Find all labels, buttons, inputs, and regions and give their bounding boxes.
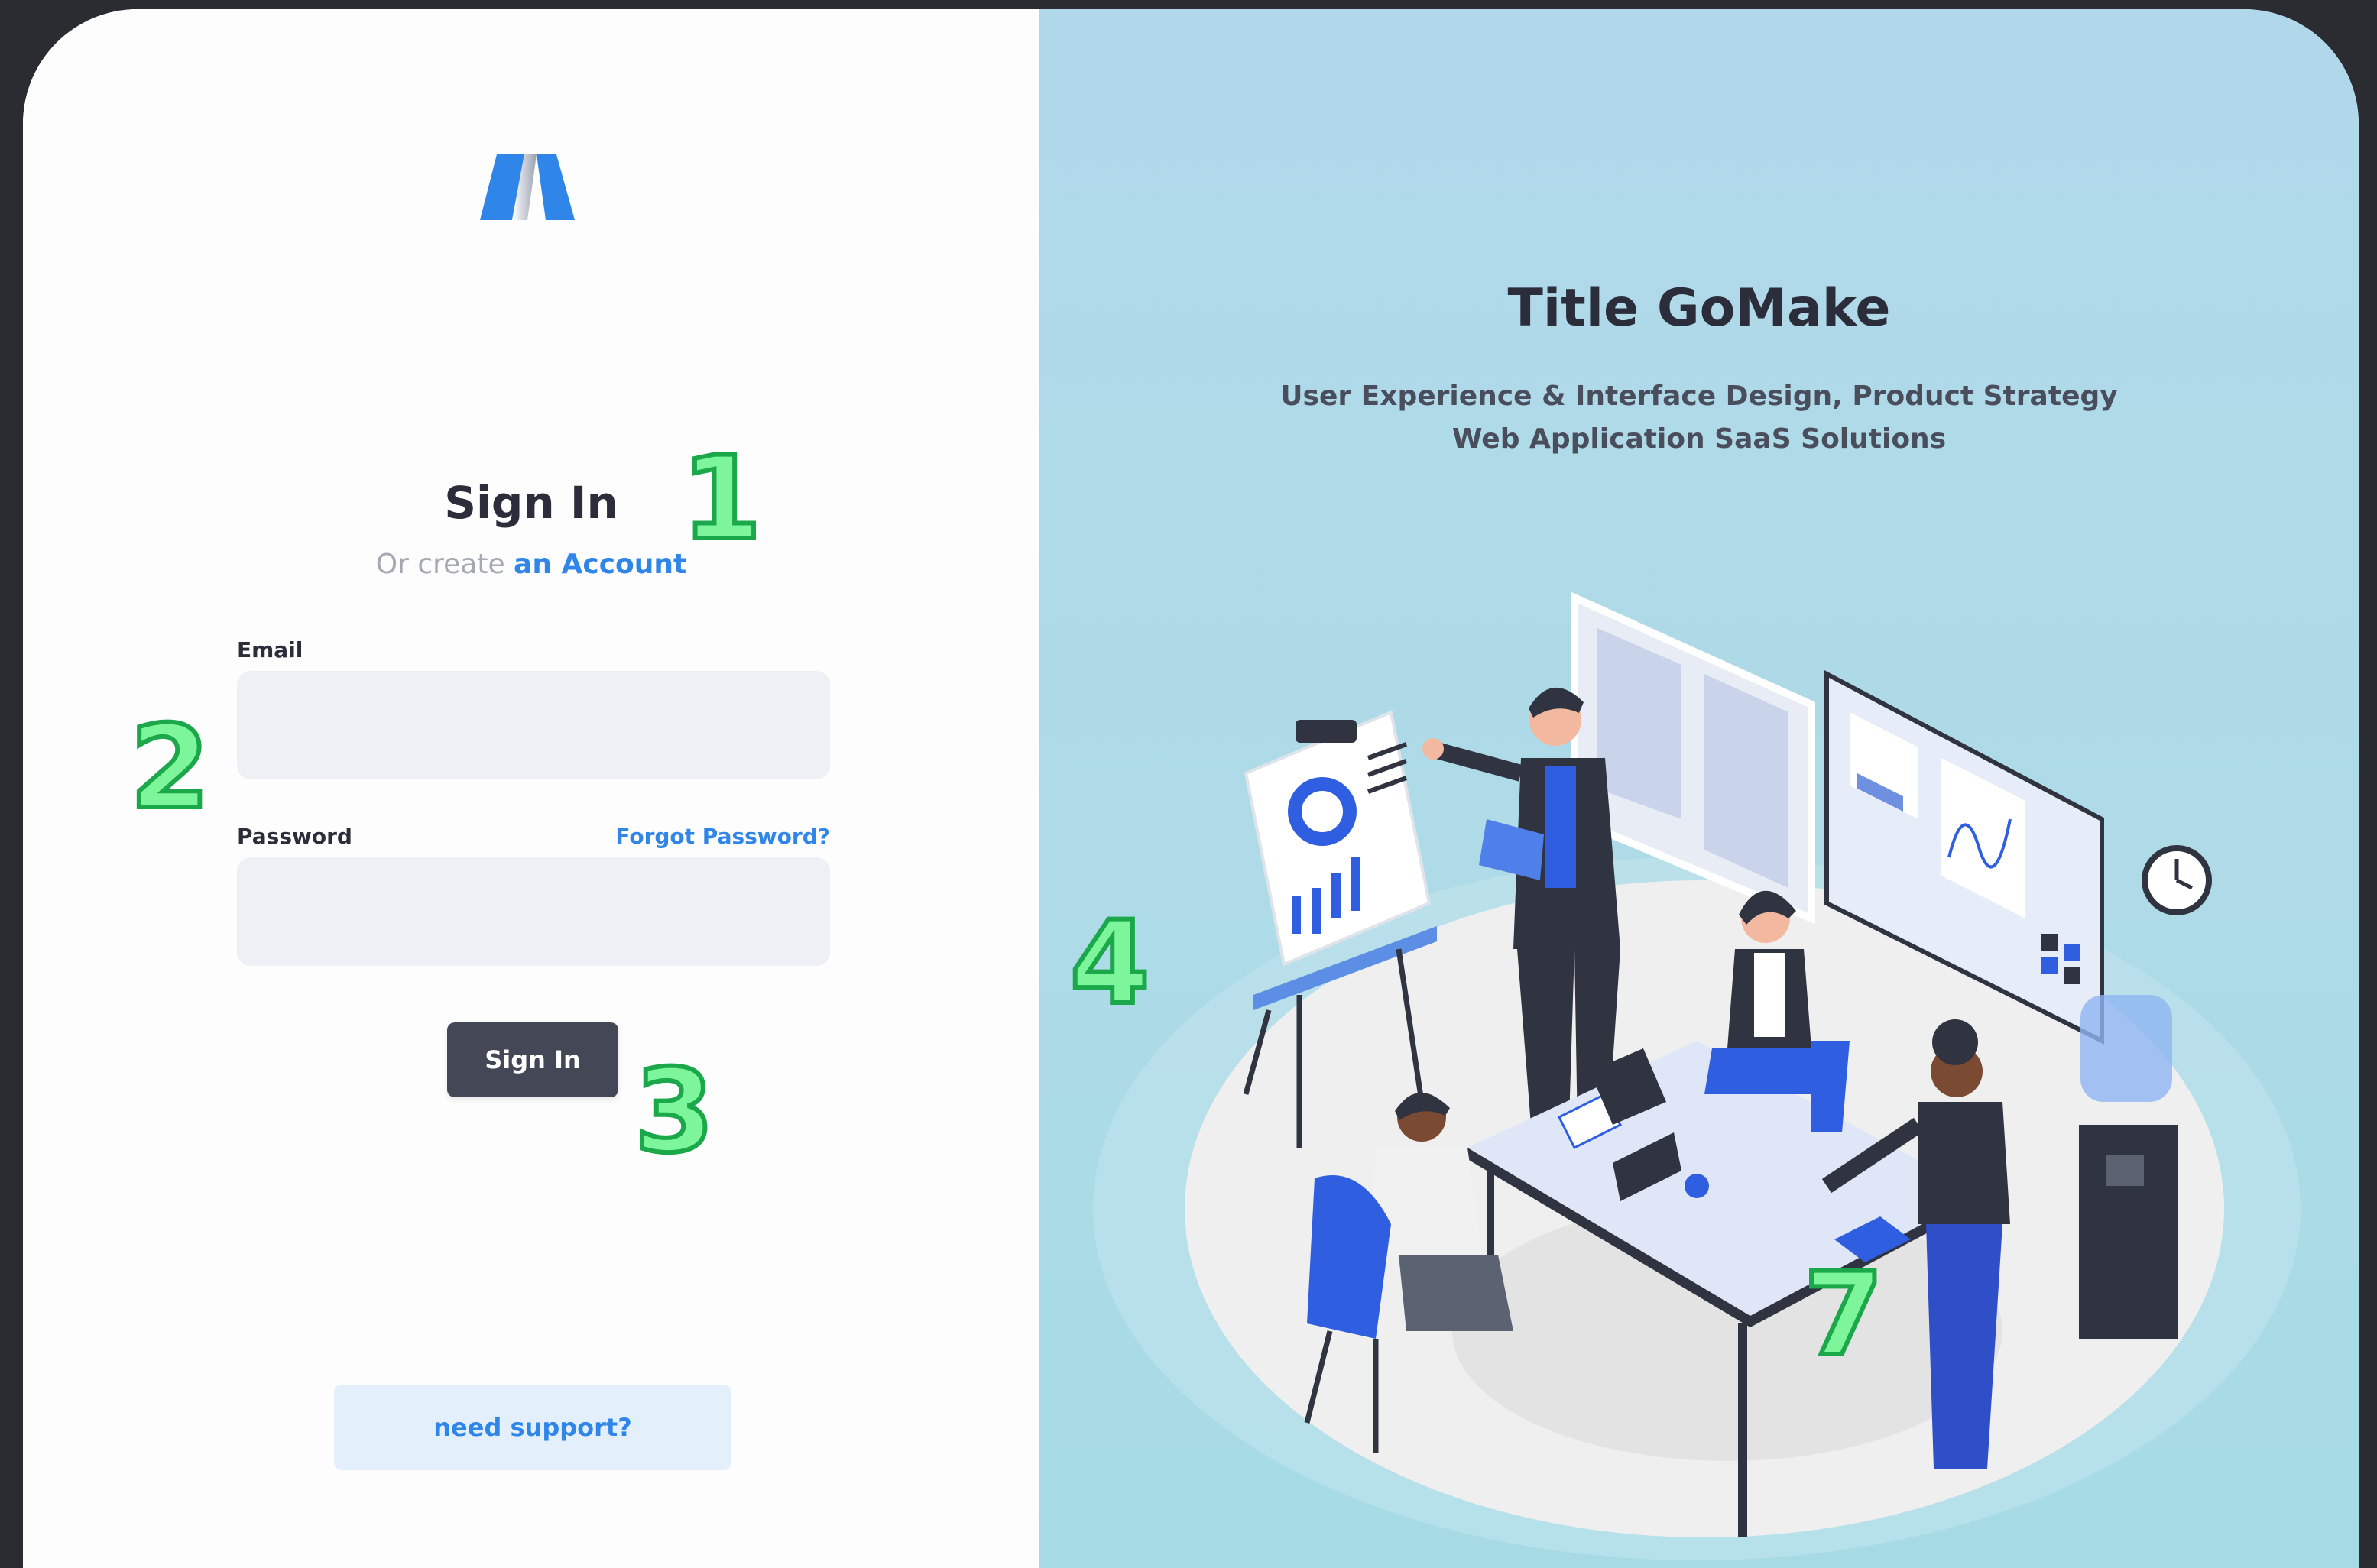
create-account-link[interactable]: an Account	[514, 549, 686, 580]
hero-subtitle-line-1: User Experience & Interface Design, Prod…	[1280, 381, 2118, 412]
forgot-password-link[interactable]: Forgot Password?	[615, 824, 830, 849]
password-label: Password	[237, 824, 352, 849]
email-field[interactable]	[237, 671, 830, 779]
app-window: Sign In Or create an Account Email Passw…	[23, 9, 2359, 1568]
annotation-marker-7: 7	[1804, 1249, 1883, 1382]
annotation-marker-2: 2	[128, 701, 212, 834]
email-label: Email	[237, 637, 303, 663]
team-meeting-illustration: 4 7	[1068, 591, 2301, 1560]
login-panel: Sign In Or create an Account Email Passw…	[23, 9, 1039, 1568]
password-field[interactable]	[237, 857, 830, 966]
sign-in-button[interactable]: Sign In	[447, 1022, 618, 1097]
support-button[interactable]: need support?	[334, 1385, 731, 1470]
create-account-prefix: Or create	[375, 549, 514, 580]
hero-panel: Title GoMake User Experience & Interface…	[1039, 9, 2359, 1568]
hero-title: Title GoMake	[1507, 278, 1891, 339]
annotation-marker-4: 4	[1070, 897, 1150, 1030]
annotation-marker-1: 1	[679, 432, 764, 565]
clock-icon	[2142, 845, 2212, 915]
page-title: Sign In	[444, 477, 618, 529]
logo-icon	[480, 154, 575, 220]
water-cooler-icon	[2079, 995, 2178, 1339]
create-account-line: Or create an Account	[23, 549, 1039, 580]
hero-subtitle-line-2: Web Application SaaS Solutions	[1451, 423, 1947, 455]
annotation-marker-3: 3	[632, 1045, 716, 1178]
